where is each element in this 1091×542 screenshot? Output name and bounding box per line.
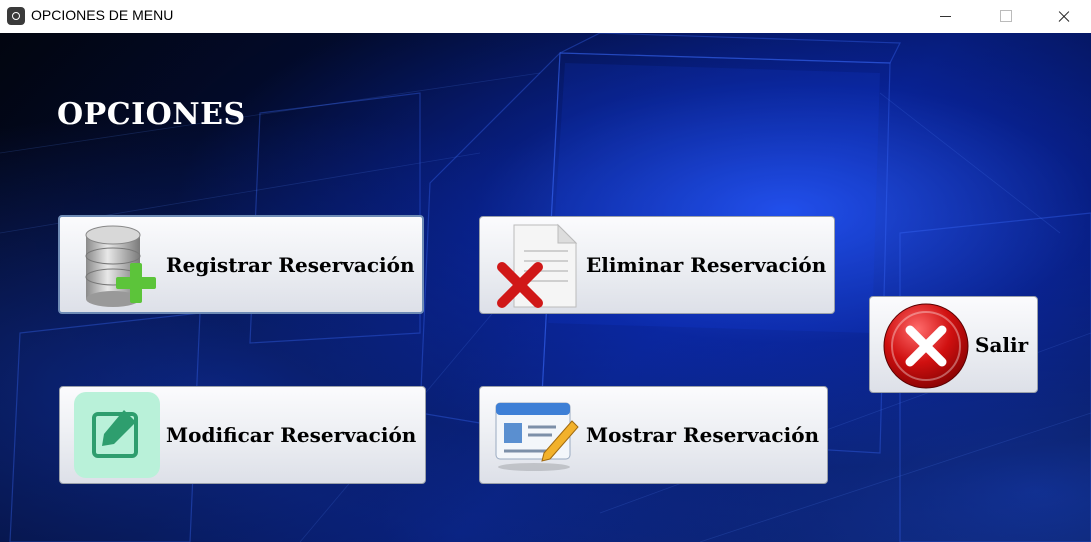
delete-reservation-label: Eliminar Reservación xyxy=(586,253,827,277)
database-add-icon xyxy=(85,225,156,307)
register-reservation-button[interactable]: Registrar Reservación xyxy=(58,215,424,314)
page-title: OPCIONES xyxy=(57,97,246,132)
content-area: OPCIONES Registrar Reservación Eliminar … xyxy=(0,33,1091,542)
document-delete-icon xyxy=(497,223,578,308)
window-title: OPCIONES DE MENU xyxy=(31,7,174,23)
show-reservation-label: Mostrar Reservación xyxy=(586,423,820,447)
id-card-edit-icon xyxy=(495,402,579,471)
title-bar: OPCIONES DE MENU xyxy=(0,0,1091,33)
modify-reservation-label: Modificar Reservación xyxy=(166,423,417,447)
exit-button[interactable]: Salir xyxy=(869,296,1038,393)
modify-reservation-button[interactable]: Modificar Reservación xyxy=(59,386,426,484)
edit-icon xyxy=(74,392,160,478)
maximize-button[interactable] xyxy=(982,0,1028,33)
app-icon xyxy=(7,7,25,25)
register-reservation-label: Registrar Reservación xyxy=(166,252,415,277)
close-button[interactable] xyxy=(1040,0,1086,33)
exit-x-icon xyxy=(883,303,969,389)
minimize-button[interactable] xyxy=(922,0,968,33)
exit-label: Salir xyxy=(975,332,1029,357)
show-reservation-button[interactable]: Mostrar Reservación xyxy=(479,386,828,484)
delete-reservation-button[interactable]: Eliminar Reservación xyxy=(479,216,835,314)
